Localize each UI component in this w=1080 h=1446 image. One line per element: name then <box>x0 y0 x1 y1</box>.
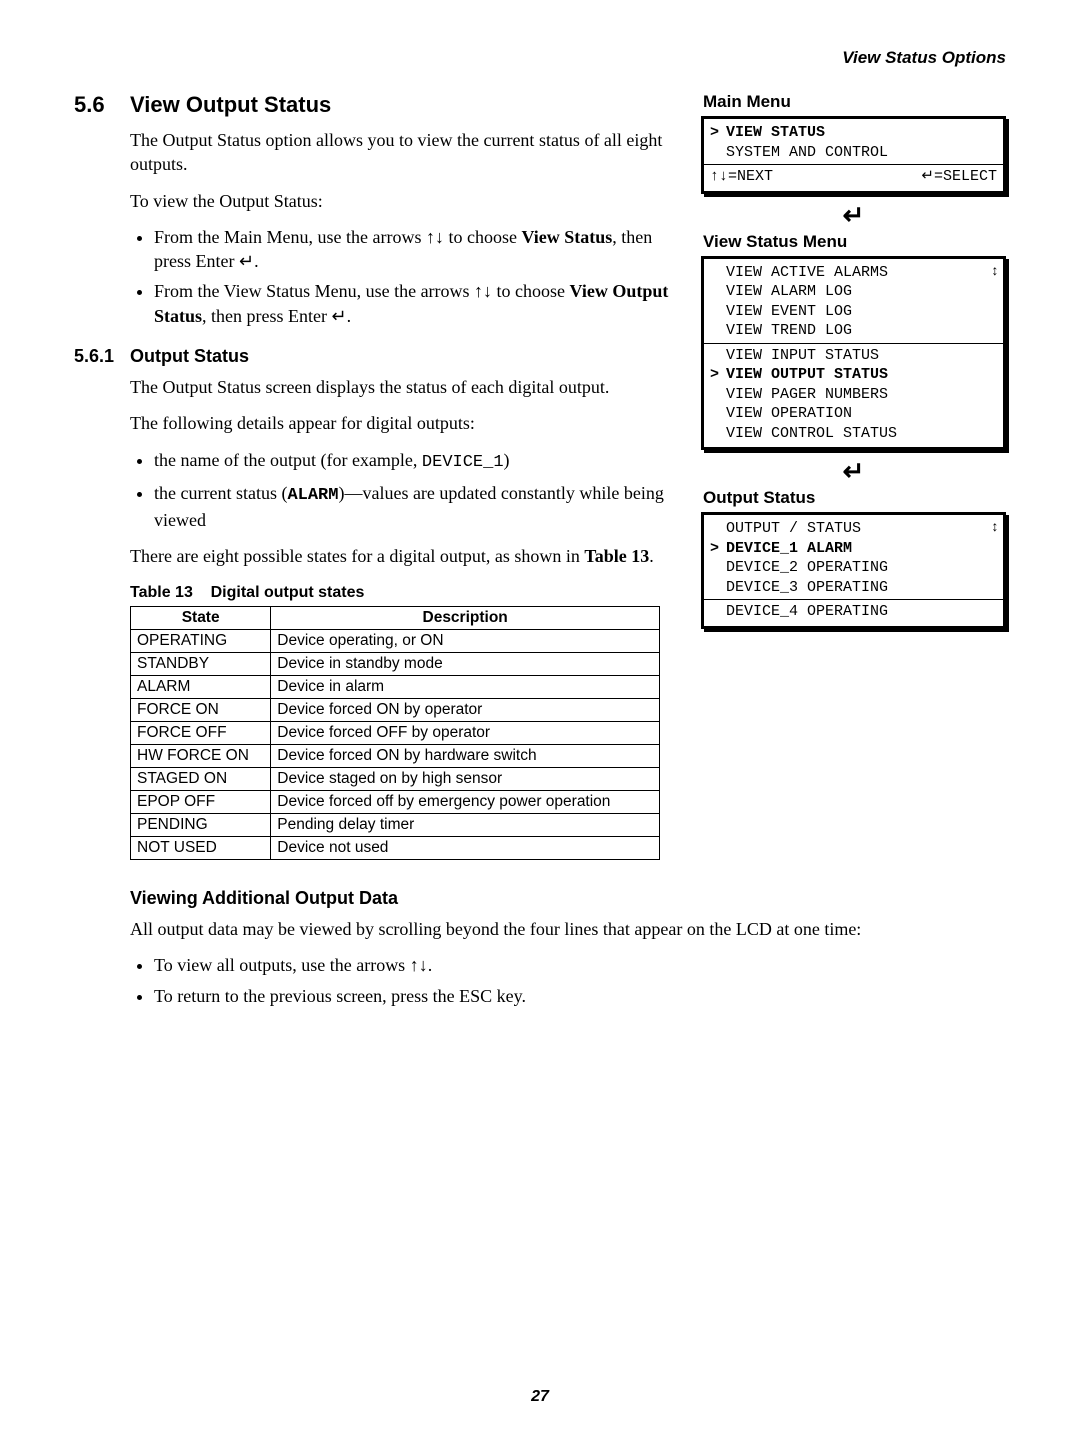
nav-select-hint: ↵=SELECT <box>921 167 997 187</box>
main-menu-lcd: > VIEW STATUS SYSTEM AND CONTROL ↑↓=NEXT… <box>701 116 1006 194</box>
step-1: From the Main Menu, use the arrows ↑↓ to… <box>154 225 671 274</box>
additional-intro: All output data may be viewed by scrolli… <box>130 917 1006 941</box>
table-row: PENDINGPending delay timer <box>131 814 660 837</box>
main-menu-label: Main Menu <box>703 92 1006 112</box>
detail-1: the name of the output (for example, DEV… <box>154 448 671 475</box>
output-status-label: Output Status <box>703 488 1006 508</box>
section-number: 5.6 <box>74 92 130 118</box>
detail-2: the current status (ALARM)—values are up… <box>154 481 671 532</box>
additional-b1: To view all outputs, use the arrows ↑↓. <box>154 953 1006 977</box>
states-table: State Description OPERATINGDevice operat… <box>130 606 660 860</box>
table-row: FORCE ONDevice forced ON by operator <box>131 699 660 722</box>
additional-heading: Viewing Additional Output Data <box>130 888 1006 909</box>
section-intro: The Output Status option allows you to v… <box>130 128 671 177</box>
table-row: STAGED ONDevice staged on by high sensor <box>131 768 660 791</box>
subsection-p1: The Output Status screen displays the st… <box>130 375 671 399</box>
subsection-p2: The following details appear for digital… <box>130 411 671 435</box>
table-row: FORCE OFFDevice forced OFF by operator <box>131 722 660 745</box>
caret-icon: > <box>710 123 726 143</box>
table-row: NOT USEDDevice not used <box>131 837 660 860</box>
enter-icon: ↵ <box>701 458 1006 484</box>
page-number: 27 <box>74 1388 1006 1406</box>
to-view-line: To view the Output Status: <box>130 189 671 213</box>
view-status-label: View Status Menu <box>703 232 1006 252</box>
table-row: ALARMDevice in alarm <box>131 676 660 699</box>
running-head: View Status Options <box>74 48 1006 68</box>
table-row: HW FORCE ONDevice forced ON by hardware … <box>131 745 660 768</box>
col-state: State <box>131 607 271 630</box>
view-status-lcd: ↕ VIEW ACTIVE ALARMS VIEW ALARM LOG VIEW… <box>701 256 1006 451</box>
output-status-lcd: ↕ OUTPUT / STATUS > DEVICE_1 ALARM DEVIC… <box>701 512 1006 629</box>
caret-icon: > <box>710 365 726 385</box>
subsection-number: 5.6.1 <box>74 346 130 367</box>
additional-b2: To return to the previous screen, press … <box>154 984 1006 1008</box>
table-row: OPERATINGDevice operating, or ON <box>131 630 660 653</box>
subsection-p3: There are eight possible states for a di… <box>130 544 671 568</box>
table-caption: Table 13 Digital output states <box>130 584 671 602</box>
section-title: View Output Status <box>130 92 331 118</box>
table-row: EPOP OFFDevice forced off by emergency p… <box>131 791 660 814</box>
enter-icon: ↵ <box>701 202 1006 228</box>
updown-icon: ↕ <box>991 263 999 281</box>
col-desc: Description <box>271 607 660 630</box>
subsection-title: Output Status <box>130 346 249 367</box>
step-2: From the View Status Menu, use the arrow… <box>154 279 671 328</box>
table-row: STANDBYDevice in standby mode <box>131 653 660 676</box>
updown-icon: ↕ <box>991 519 999 537</box>
caret-icon: > <box>710 539 726 559</box>
nav-next-hint: ↑↓=NEXT <box>710 167 773 187</box>
